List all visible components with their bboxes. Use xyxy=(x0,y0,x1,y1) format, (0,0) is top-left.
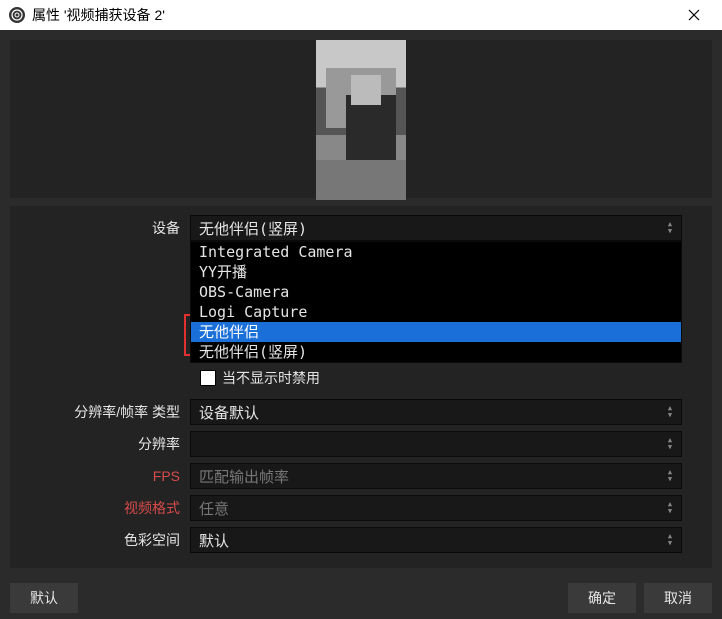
device-dropdown-item[interactable]: 无他伴侣 xyxy=(191,322,681,342)
chevron-updown-icon: ▲▼ xyxy=(663,464,677,488)
device-dropdown-item[interactable]: 无他伴侣(竖屏) xyxy=(191,342,681,362)
chevron-updown-icon: ▲▼ xyxy=(663,400,677,424)
device-dropdown-list: Integrated CameraYY开播OBS-CameraLogi Capt… xyxy=(190,241,682,363)
chevron-updown-icon: ▲▼ xyxy=(663,216,677,240)
resfps-type-select[interactable]: 设备默认 ▲▼ xyxy=(190,399,682,425)
colorspace-value: 默认 xyxy=(199,530,229,551)
device-label: 设备 xyxy=(10,218,190,238)
fps-label: FPS xyxy=(10,468,190,484)
titlebar: 属性 '视频捕获设备 2' xyxy=(0,0,722,30)
device-dropdown-item[interactable]: OBS-Camera xyxy=(191,282,681,302)
ok-button[interactable]: 确定 xyxy=(568,583,636,613)
close-icon[interactable] xyxy=(674,0,714,30)
device-select[interactable]: 无他伴侣(竖屏) ▲▼ xyxy=(190,215,682,241)
cancel-button[interactable]: 取消 xyxy=(644,583,712,613)
video-format-label: 视频格式 xyxy=(10,498,190,518)
video-format-select[interactable]: 任意 ▲▼ xyxy=(190,495,682,521)
video-format-value: 任意 xyxy=(199,498,229,519)
disable-when-hidden-checkbox[interactable] xyxy=(200,370,216,386)
device-select-value: 无他伴侣(竖屏) xyxy=(199,218,307,239)
colorspace-select[interactable]: 默认 ▲▼ xyxy=(190,527,682,553)
window-title: 属性 '视频捕获设备 2' xyxy=(32,5,674,25)
fps-select[interactable]: 匹配输出帧率 ▲▼ xyxy=(190,463,682,489)
properties-form: 设备 无他伴侣(竖屏) ▲▼ Integrated CameraYY开播OBS-… xyxy=(10,206,712,568)
disable-when-hidden-label: 当不显示时禁用 xyxy=(222,368,320,388)
app-icon xyxy=(8,6,26,24)
chevron-updown-icon: ▲▼ xyxy=(663,496,677,520)
resfps-type-value: 设备默认 xyxy=(199,402,259,423)
device-dropdown-item[interactable]: Logi Capture xyxy=(191,302,681,322)
resfps-type-label: 分辨率/帧率 类型 xyxy=(10,402,190,422)
fps-value: 匹配输出帧率 xyxy=(199,466,289,487)
bottom-bar: 默认 确定 取消 xyxy=(0,577,722,619)
resolution-label: 分辨率 xyxy=(10,434,190,454)
chevron-updown-icon: ▲▼ xyxy=(663,528,677,552)
colorspace-label: 色彩空间 xyxy=(10,530,190,550)
device-dropdown-item[interactable]: Integrated Camera xyxy=(191,242,681,262)
defaults-button[interactable]: 默认 xyxy=(10,583,78,613)
device-dropdown-item[interactable]: YY开播 xyxy=(191,262,681,282)
chevron-updown-icon: ▲▼ xyxy=(663,432,677,456)
resolution-select[interactable]: ▲▼ xyxy=(190,431,682,457)
preview-image xyxy=(316,40,406,198)
video-preview xyxy=(10,40,712,198)
